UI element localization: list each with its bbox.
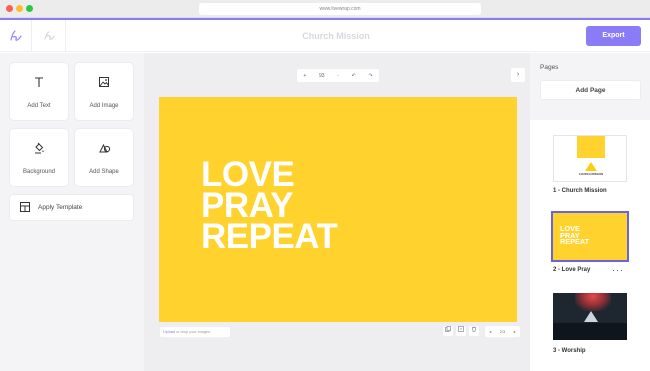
add-page-button[interactable]: Add Page bbox=[540, 80, 641, 100]
more-options-icon[interactable]: ··· bbox=[612, 265, 624, 275]
headline-line-3: REPEAT bbox=[201, 217, 338, 256]
secondary-logo-icon bbox=[44, 31, 54, 40]
worship-logo-icon bbox=[584, 311, 598, 322]
upload-hint: or drop your images bbox=[175, 330, 210, 334]
text-icon bbox=[33, 75, 45, 89]
next-page-icon[interactable]: ▸ bbox=[514, 329, 516, 334]
shapes-icon bbox=[98, 141, 111, 155]
app-header: Church Mission Export bbox=[0, 20, 650, 52]
secondary-logo[interactable] bbox=[32, 20, 66, 52]
add-image-label: Add Image bbox=[89, 103, 119, 109]
tools-panel: Add Text Add Image Background Add Shape … bbox=[0, 53, 144, 371]
background-label: Background bbox=[22, 169, 56, 175]
stage-light-image bbox=[575, 293, 611, 311]
zoom-level[interactable]: 93 bbox=[319, 73, 325, 79]
add-image-button[interactable]: Add Image bbox=[74, 62, 134, 121]
close-window-button[interactable] bbox=[6, 5, 13, 12]
crowd-silhouette-image bbox=[553, 323, 627, 340]
app-logo[interactable] bbox=[0, 20, 32, 52]
address-bar[interactable]: www.livewrap.com bbox=[199, 3, 481, 15]
upload-dropzone[interactable]: Upload or drop your images bbox=[160, 327, 230, 337]
thumb-line-3: REPEAT bbox=[560, 237, 590, 246]
upload-link[interactable]: Upload bbox=[163, 330, 175, 334]
pages-list: CHURCH MISSION 1 - Church Mission LOVE P… bbox=[530, 120, 650, 371]
undo-icon[interactable]: ↶ bbox=[352, 73, 356, 79]
chevron-right-icon[interactable]: › bbox=[511, 68, 525, 82]
app-logo-icon bbox=[9, 30, 22, 41]
pages-heading: Pages bbox=[540, 64, 559, 71]
export-button[interactable]: Export bbox=[586, 26, 641, 46]
canvas-headline[interactable]: LOVE PRAY REPEAT bbox=[201, 157, 338, 256]
apply-template-button[interactable]: Apply Template bbox=[9, 194, 134, 221]
minimize-window-button[interactable] bbox=[16, 5, 23, 12]
page-pager: ◂ 2/3 ▸ bbox=[485, 326, 520, 337]
editor-area: + 93 - ↶ ↷ › LOVE PRAY REPEAT Upload or … bbox=[144, 53, 530, 371]
page-thumbnail-1[interactable]: CHURCH MISSION bbox=[553, 135, 627, 182]
trash-icon[interactable] bbox=[469, 326, 479, 336]
copy-icon[interactable] bbox=[456, 326, 466, 336]
redo-icon[interactable]: ↷ bbox=[368, 73, 372, 79]
page-thumbnail-3[interactable] bbox=[553, 293, 627, 340]
add-shape-button[interactable]: Add Shape bbox=[74, 128, 134, 187]
thumb-yellow-block bbox=[577, 136, 605, 158]
thumb-mini-headline: LOVE PRAY REPEAT bbox=[560, 225, 590, 246]
zoom-out-button[interactable]: - bbox=[337, 73, 339, 79]
page-label-3[interactable]: 3 - Worship bbox=[553, 348, 586, 354]
background-button[interactable]: Background bbox=[9, 128, 69, 187]
page-indicator: 2/3 bbox=[499, 329, 506, 334]
design-canvas[interactable]: LOVE PRAY REPEAT bbox=[159, 97, 517, 322]
page-label-1[interactable]: 1 - Church Mission bbox=[553, 188, 607, 194]
thumb-mini-title: CHURCH MISSION bbox=[578, 173, 604, 176]
page-thumbnail-2[interactable]: LOVE PRAY REPEAT bbox=[551, 211, 629, 262]
add-text-label: Add Text bbox=[27, 103, 51, 109]
zoom-in-button[interactable]: + bbox=[303, 73, 306, 79]
maximize-window-button[interactable] bbox=[26, 5, 33, 12]
image-icon bbox=[98, 75, 110, 89]
zoom-toolbar: + 93 - ↶ ↷ bbox=[297, 69, 379, 82]
duplicate-icon[interactable] bbox=[443, 326, 453, 336]
add-shape-label: Add Shape bbox=[89, 169, 119, 175]
paint-bucket-icon bbox=[33, 141, 45, 155]
document-title[interactable]: Church Mission bbox=[236, 20, 436, 52]
browser-titlebar: www.livewrap.com bbox=[0, 0, 650, 18]
page-label-2[interactable]: 2 - Love Pray bbox=[553, 267, 590, 273]
pages-panel: Pages Add Page CHURCH MISSION 1 - Church… bbox=[530, 53, 650, 371]
church-logo-icon bbox=[585, 162, 597, 171]
add-text-button[interactable]: Add Text bbox=[9, 62, 69, 121]
template-icon bbox=[20, 199, 30, 217]
prev-page-icon[interactable]: ◂ bbox=[489, 329, 491, 334]
page-actions bbox=[443, 326, 479, 337]
apply-template-label: Apply Template bbox=[38, 204, 83, 211]
